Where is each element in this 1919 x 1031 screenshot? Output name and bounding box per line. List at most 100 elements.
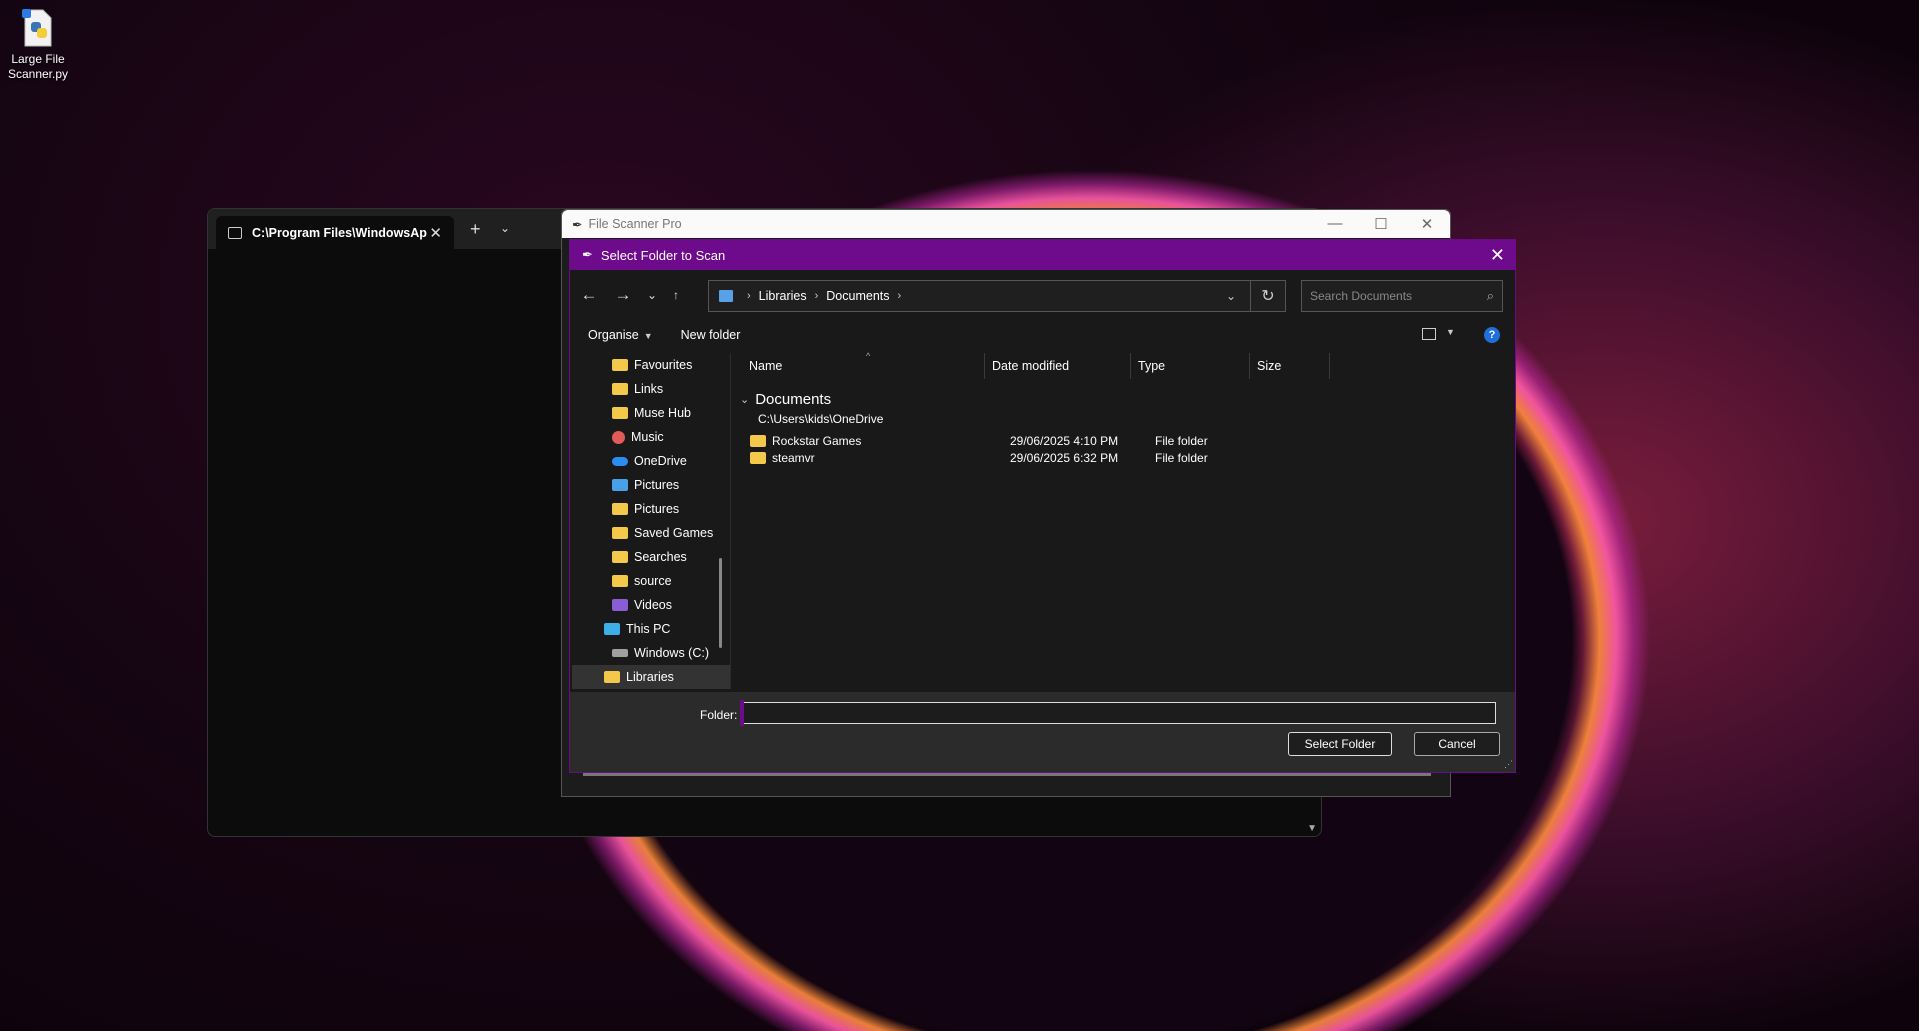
nav-item-label: Saved Games <box>634 526 714 540</box>
help-button[interactable]: ? <box>1484 327 1500 343</box>
computer-icon <box>604 623 620 635</box>
column-type[interactable]: Type <box>1138 359 1165 373</box>
nav-item-label: Windows (C:) <box>634 646 710 660</box>
folder-icon <box>612 407 628 419</box>
nav-item-label: Searches <box>634 550 687 564</box>
nav-item-pictures[interactable]: Pictures <box>572 473 730 497</box>
nav-item-source[interactable]: source <box>572 569 730 593</box>
search-input[interactable]: Search Documents ⌕ <box>1301 280 1503 312</box>
terminal-tab-title: C:\Program Files\WindowsAp <box>252 225 427 240</box>
nav-item-videos[interactable]: Videos <box>572 593 730 617</box>
folder-icon <box>750 452 766 464</box>
minimize-button[interactable]: — <box>1312 215 1358 233</box>
nav-item-music[interactable]: Music <box>572 425 730 449</box>
nav-item-pictures[interactable]: Pictures <box>572 497 730 521</box>
tab-menu-chevron-icon[interactable]: ⌄ <box>500 221 510 235</box>
address-dropdown-chevron-icon[interactable]: ⌄ <box>1226 289 1236 303</box>
caret-down-icon: ▼ <box>643 331 653 341</box>
nav-item-libraries[interactable]: Libraries <box>572 665 730 689</box>
folder-input[interactable] <box>742 702 1499 725</box>
folder-text-field[interactable] <box>743 703 1499 725</box>
select-folder-button[interactable]: Select Folder <box>1288 732 1392 756</box>
column-name[interactable]: Name <box>749 359 782 373</box>
view-options-icon[interactable] <box>1422 328 1436 340</box>
search-icon[interactable]: ⌕ <box>1487 288 1494 304</box>
nav-item-muse-hub[interactable]: Muse Hub <box>572 401 730 425</box>
nav-item-links[interactable]: Links <box>572 377 730 401</box>
file-name: steamvr <box>772 451 815 465</box>
file-date: 29/06/2025 4:10 PM <box>1010 434 1119 448</box>
new-tab-button[interactable]: + <box>470 219 481 240</box>
maximize-button[interactable]: ☐ <box>1358 215 1404 233</box>
file-type: File folder <box>1155 434 1208 448</box>
folder-icon <box>612 503 628 515</box>
command-bar: Organise ▼ New folder ▼ ? <box>570 320 1515 350</box>
app-title-bar: ✒ File Scanner Pro — ☐ ✕ <box>562 210 1450 238</box>
refresh-button[interactable]: ↻ <box>1250 281 1285 311</box>
column-size[interactable]: Size <box>1257 359 1281 373</box>
new-folder-button[interactable]: New folder <box>681 328 741 342</box>
nav-item-label: source <box>634 574 672 588</box>
group-title: Documents <box>755 391 832 408</box>
nav-item-searches[interactable]: Searches <box>572 545 730 569</box>
breadcrumb-separator[interactable]: › <box>898 290 902 302</box>
desktop-icon-label: Large File Scanner.py <box>7 52 69 81</box>
file-date: 29/06/2025 6:32 PM <box>1010 451 1119 465</box>
organise-button[interactable]: Organise ▼ <box>588 328 653 342</box>
address-bar[interactable]: › Libraries › Documents › ⌄ ↻ <box>708 280 1286 312</box>
close-tab-icon[interactable]: ✕ <box>429 224 442 242</box>
nav-item-label: Videos <box>634 598 672 612</box>
up-button[interactable]: ↑ <box>664 288 688 302</box>
computer-icon <box>719 290 733 302</box>
file-name: Rockstar Games <box>772 434 862 448</box>
nav-item-label: This PC <box>626 622 671 636</box>
nav-item-saved-games[interactable]: Saved Games <box>572 521 730 545</box>
desktop-icon-large-file-scanner[interactable]: Large File Scanner.py <box>6 8 70 82</box>
cancel-button[interactable]: Cancel <box>1414 732 1500 756</box>
close-button[interactable]: ✕ <box>1404 215 1450 233</box>
folder-icon <box>612 359 628 371</box>
column-date-modified[interactable]: Date modified <box>992 359 1069 373</box>
column-divider[interactable] <box>1329 353 1330 379</box>
column-divider[interactable] <box>1249 353 1250 379</box>
folder-icon <box>612 551 628 563</box>
app-title: File Scanner Pro <box>588 217 682 231</box>
nav-item-label: Muse Hub <box>634 406 691 420</box>
back-button[interactable]: ← <box>572 285 606 305</box>
group-header[interactable]: ⌄ Documents <box>740 391 831 408</box>
nav-item-this-pc[interactable]: This PC <box>572 617 730 641</box>
column-divider[interactable] <box>1130 353 1131 379</box>
cloud-icon <box>612 456 628 466</box>
search-placeholder: Search Documents <box>1310 289 1413 303</box>
resize-grip-icon[interactable]: ⋰ <box>1504 759 1513 770</box>
feather-icon: ✒ <box>572 217 583 232</box>
dialog-close-button[interactable]: ✕ <box>1490 245 1505 266</box>
file-row[interactable]: steamvr 29/06/2025 6:32 PM File folder <box>750 448 1510 468</box>
folder-icon <box>612 527 628 539</box>
folder-label: Folder: <box>700 708 738 722</box>
music-icon <box>612 430 625 444</box>
file-type: File folder <box>1155 451 1208 465</box>
breadcrumb-separator: › <box>814 290 819 302</box>
nav-item-onedrive[interactable]: OneDrive <box>572 449 730 473</box>
caret-down-icon[interactable]: ▼ <box>1446 327 1455 337</box>
drive-icon <box>612 649 628 657</box>
text-cursor-marker <box>740 700 744 726</box>
forward-button[interactable]: → <box>606 285 640 305</box>
column-divider[interactable] <box>984 353 985 379</box>
navigation-bar: ← → ⌄ ↑ › Libraries › Documents › ⌄ ↻ Se… <box>570 270 1515 320</box>
nav-pane-scrollbar[interactable] <box>719 558 722 648</box>
nav-item-favourites[interactable]: Favourites <box>572 353 730 377</box>
dialog-title-bar: ✒ Select Folder to Scan ✕ <box>570 240 1515 270</box>
recent-locations-chevron-icon[interactable]: ⌄ <box>640 288 664 302</box>
chevron-down-icon[interactable]: ⌄ <box>740 393 749 406</box>
breadcrumb-documents[interactable]: Documents <box>826 289 889 303</box>
nav-item-label: OneDrive <box>634 454 687 468</box>
videos-icon <box>612 599 628 611</box>
nav-item-label: Links <box>634 382 664 396</box>
breadcrumb-libraries[interactable]: Libraries <box>759 289 807 303</box>
dialog-footer: Folder: Select Folder Cancel ⋰ <box>570 692 1515 772</box>
scroll-down-arrow-icon[interactable]: ▼ <box>1307 823 1317 834</box>
terminal-tab[interactable]: C:\Program Files\WindowsAp ✕ <box>216 216 454 249</box>
nav-item-windows-c[interactable]: Windows (C:) <box>572 641 730 665</box>
